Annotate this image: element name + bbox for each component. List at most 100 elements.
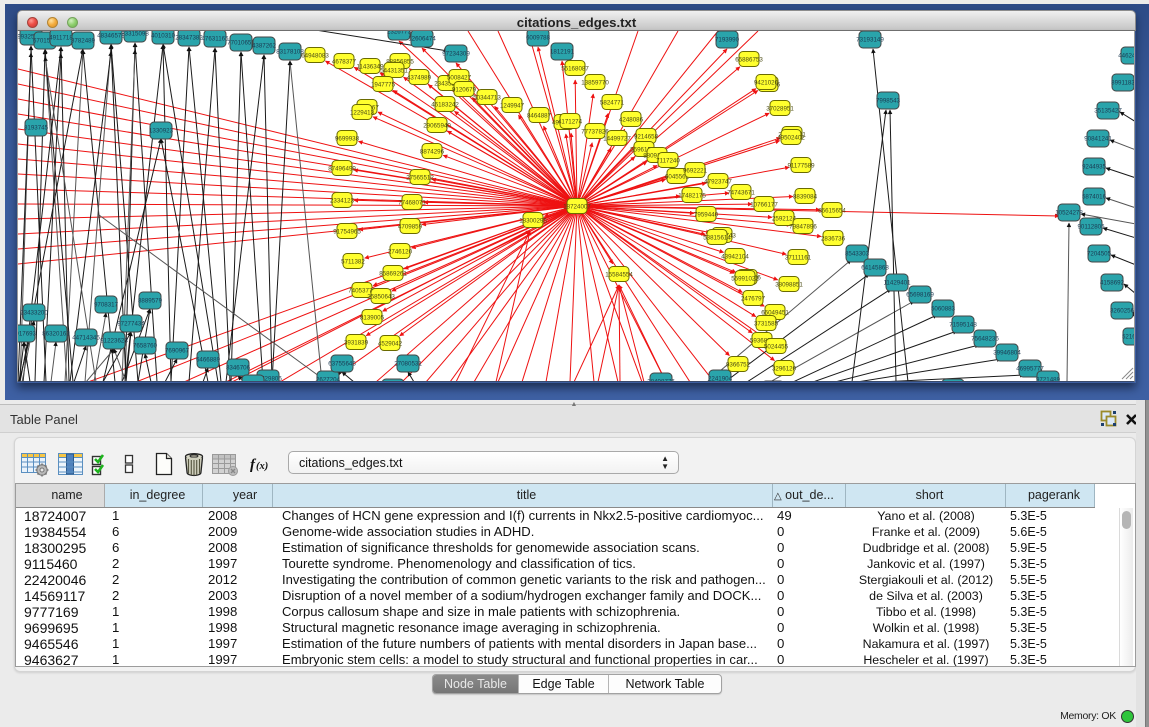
svg-text:91177589: 91177589 [787, 163, 815, 170]
svg-text:8543303: 8543303 [845, 251, 870, 258]
svg-text:4010310: 4010310 [151, 33, 176, 40]
svg-text:9120679: 9120679 [452, 87, 477, 94]
svg-text:8464887: 8464887 [527, 113, 552, 120]
svg-text:35135427: 35135427 [1094, 108, 1122, 115]
svg-text:54431351: 54431351 [380, 68, 408, 75]
svg-text:27080531: 27080531 [394, 361, 422, 368]
svg-text:7690967: 7690967 [165, 348, 190, 355]
svg-text:9244935: 9244935 [1082, 164, 1107, 171]
svg-text:65886753: 65886753 [735, 57, 763, 64]
svg-text:37111161: 37111161 [785, 255, 812, 262]
svg-text:9721489: 9721489 [1036, 377, 1061, 383]
svg-text:73193149: 73193149 [856, 37, 884, 44]
svg-text:7959440: 7959440 [694, 212, 719, 219]
svg-text:74743671: 74743671 [727, 190, 755, 197]
svg-text:5824771: 5824771 [600, 100, 625, 107]
svg-text:8991183: 8991183 [1111, 80, 1135, 87]
svg-text:14499727: 14499727 [603, 136, 631, 143]
svg-text:5008427: 5008427 [447, 75, 472, 82]
svg-text:90841241: 90841241 [1084, 136, 1112, 143]
svg-text:5216073: 5216073 [1122, 334, 1135, 341]
svg-text:9214658: 9214658 [634, 134, 659, 141]
svg-text:25850643: 25850643 [367, 294, 395, 301]
svg-text:2241904: 2241904 [708, 376, 733, 383]
svg-text:53815614: 53815614 [703, 235, 731, 242]
svg-text:1330923: 1330923 [149, 128, 174, 135]
svg-text:7658760: 7658760 [133, 343, 158, 350]
svg-text:64145868: 64145868 [861, 265, 889, 272]
svg-text:44714345: 44714345 [72, 335, 100, 342]
svg-text:27565512: 27565512 [406, 175, 434, 182]
svg-text:1249947: 1249947 [500, 103, 525, 110]
svg-text:8139005: 8139005 [360, 315, 385, 322]
svg-text:9366752: 9366752 [726, 362, 751, 369]
svg-text:10524278: 10524278 [1055, 210, 1083, 217]
svg-text:97234309: 97234309 [442, 51, 470, 58]
svg-text:6466889: 6466889 [196, 357, 221, 364]
svg-text:55991022: 55991022 [731, 276, 759, 283]
svg-text:13859770: 13859770 [581, 80, 609, 87]
svg-text:87496499: 87496499 [328, 166, 356, 173]
svg-text:4158692: 4158692 [1100, 280, 1125, 287]
svg-text:79847896: 79847896 [789, 224, 817, 231]
svg-text:3931839: 3931839 [344, 340, 369, 347]
svg-text:4374989: 4374989 [407, 75, 432, 82]
svg-text:6009788: 6009788 [526, 35, 551, 42]
svg-text:63755646: 63755646 [328, 361, 356, 368]
svg-text:28347382: 28347382 [175, 35, 203, 42]
svg-text:1586518: 1586518 [241, 381, 266, 383]
svg-text:4709859: 4709859 [398, 224, 423, 231]
svg-text:49502402: 49502402 [777, 135, 805, 142]
svg-text:5711382: 5711382 [341, 259, 365, 266]
svg-text:23315098: 23315098 [121, 31, 149, 38]
svg-text:86320163: 86320163 [42, 331, 70, 338]
svg-text:64948083: 64948083 [301, 53, 329, 60]
svg-text:29065940: 29065940 [423, 123, 451, 130]
svg-text:37028951: 37028951 [766, 106, 794, 113]
svg-text:86615654: 86615654 [818, 208, 846, 215]
svg-text:38098851: 38098851 [775, 282, 803, 289]
svg-text:2334123: 2334123 [330, 198, 355, 205]
svg-text:5874016: 5874016 [1082, 194, 1107, 201]
svg-text:8917693: 8917693 [18, 331, 37, 338]
svg-text:4171274: 4171274 [558, 119, 583, 126]
svg-text:1229413: 1229413 [350, 110, 375, 117]
svg-text:7117240: 7117240 [656, 158, 680, 165]
svg-text:2836736: 2836736 [821, 236, 846, 243]
svg-text:91223623: 91223623 [100, 338, 128, 345]
svg-text:65698169: 65698169 [906, 292, 934, 299]
svg-text:23433200: 23433200 [20, 310, 48, 317]
svg-text:2746120: 2746120 [388, 249, 413, 256]
svg-text:18300295: 18300295 [519, 218, 547, 225]
svg-text:4248086: 4248086 [619, 117, 644, 124]
svg-text:90112805: 90112805 [1077, 224, 1105, 231]
svg-text:8874296: 8874296 [420, 149, 445, 156]
svg-text:3782489: 3782489 [71, 38, 96, 45]
svg-text:44624751: 44624751 [1118, 53, 1135, 60]
svg-text:12606474: 12606474 [408, 36, 436, 43]
svg-text:4678377: 4678377 [332, 59, 357, 66]
svg-text:7998543: 7998543 [876, 98, 901, 105]
svg-text:3731585: 3731585 [754, 321, 779, 328]
svg-text:46183242: 46183242 [431, 102, 459, 109]
svg-text:9708317: 9708317 [94, 302, 119, 309]
svg-text:11429401: 11429401 [883, 280, 911, 287]
svg-text:38498776: 38498776 [647, 379, 675, 383]
svg-text:8889579: 8889579 [138, 298, 163, 305]
svg-text:39946804: 39946804 [993, 350, 1021, 357]
svg-text:9421020: 9421020 [754, 80, 779, 87]
svg-text:2627204: 2627204 [316, 377, 341, 383]
svg-text:9699938: 9699938 [335, 136, 360, 143]
svg-text:10766177: 10766177 [750, 202, 778, 209]
svg-text:7204505: 7204505 [1087, 251, 1112, 258]
svg-text:17482175: 17482175 [678, 193, 706, 200]
svg-text:47923747: 47923747 [704, 179, 732, 186]
svg-text:50344713: 50344713 [473, 95, 501, 102]
svg-text:8839084: 8839084 [793, 194, 818, 201]
svg-text:77468071: 77468071 [398, 200, 426, 207]
svg-text:1812191: 1812191 [550, 49, 575, 56]
svg-text:91754965: 91754965 [333, 229, 361, 236]
svg-text:5024455: 5024455 [764, 344, 789, 351]
svg-text:4387262: 4387262 [252, 43, 277, 50]
svg-text:4529042: 4529042 [378, 341, 403, 348]
